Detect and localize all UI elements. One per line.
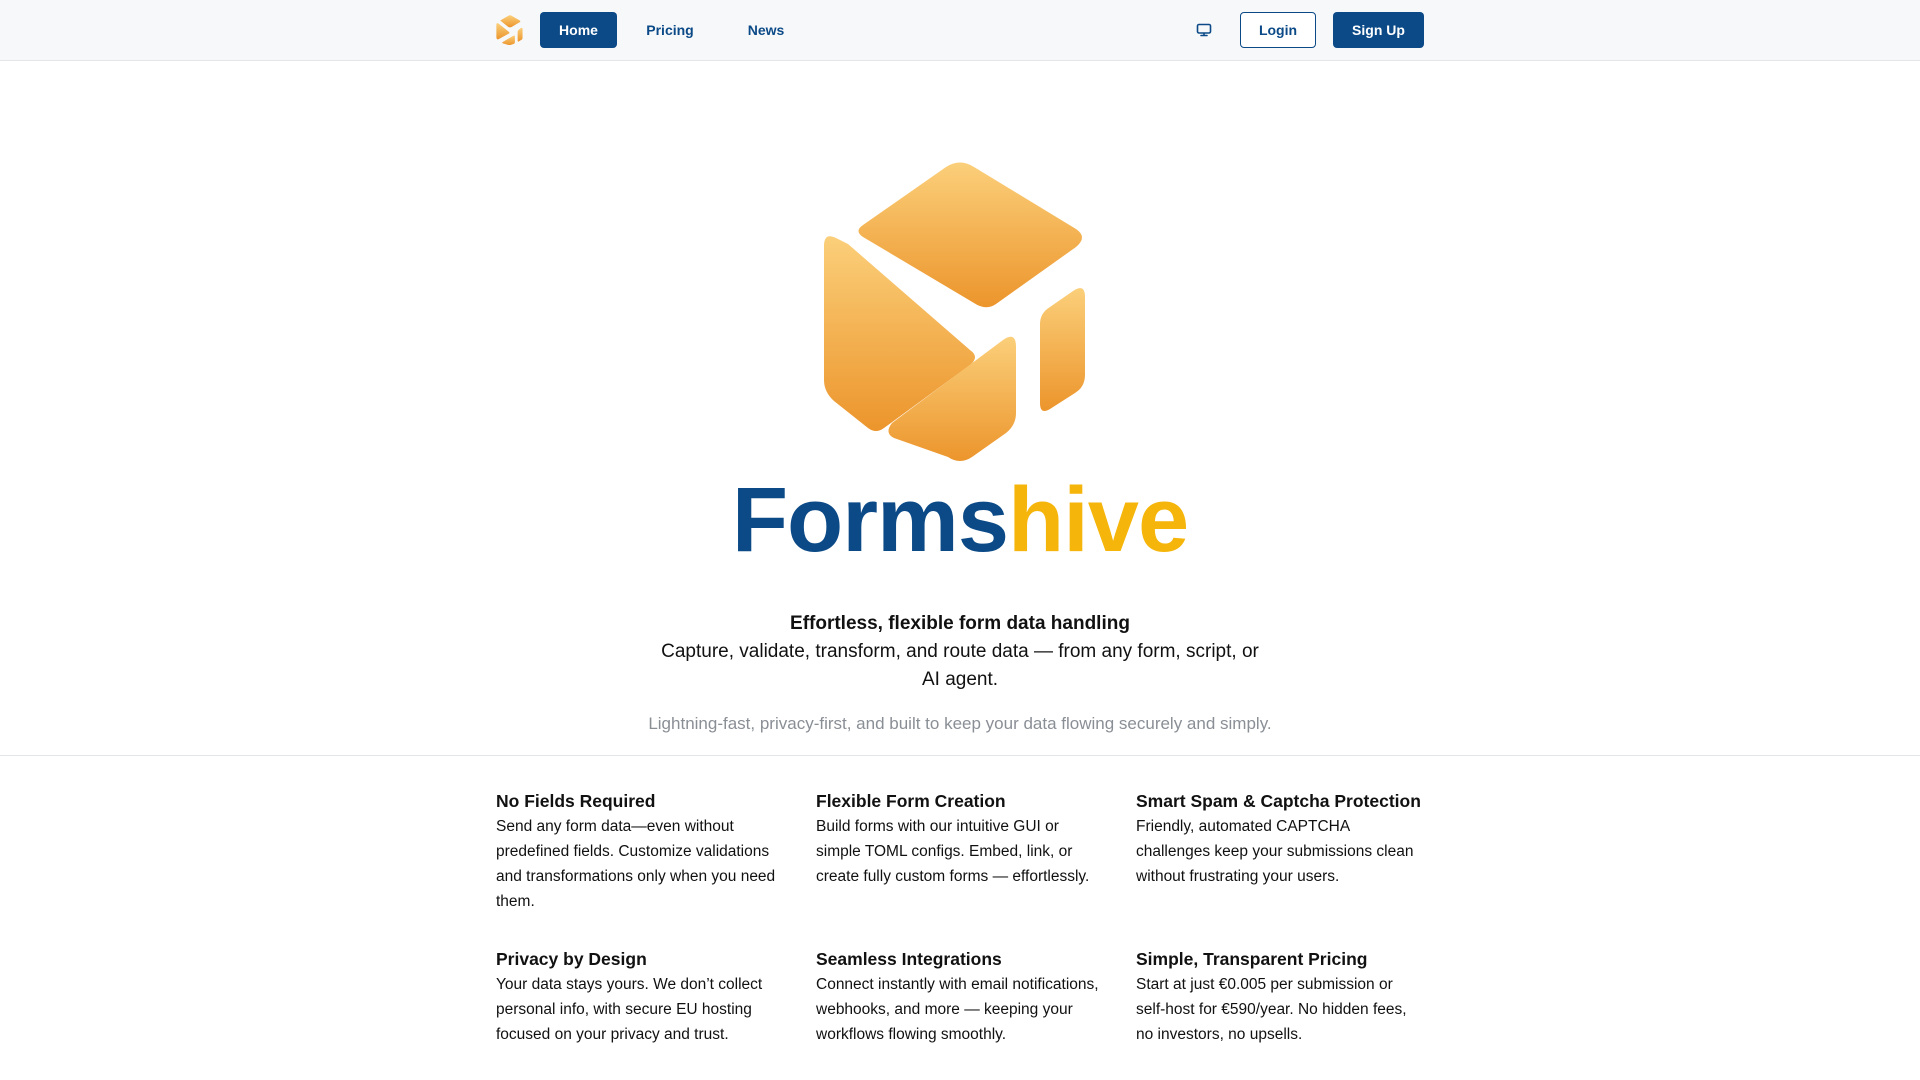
feature-text: Build forms with our intuitive GUI or si… (816, 818, 1090, 885)
hive-cube-icon[interactable] (495, 15, 525, 46)
section-divider (0, 755, 1920, 756)
feature-pricing: Simple, Transparent Pricing Start at jus… (1136, 946, 1426, 1047)
brand-wordmark: Formshive (0, 465, 1920, 575)
feature-form-creation: Flexible Form Creation Build forms with … (816, 788, 1106, 889)
feature-integrations: Seamless Integrations Connect instantly … (816, 946, 1106, 1047)
feature-text: Your data stays yours. We don’t collect … (496, 976, 763, 1043)
feature-title: Smart Spam & Captcha Protection (1136, 791, 1421, 811)
feature-spam-protection: Smart Spam & Captcha Protection Friendly… (1136, 788, 1426, 889)
feature-title: Simple, Transparent Pricing (1136, 949, 1368, 969)
brand-wordmark-hive: hive (1008, 469, 1189, 571)
brand-wordmark-forms: Forms (731, 469, 1009, 571)
hero-tagline-body: Capture, validate, transform, and route … (661, 641, 1259, 690)
top-navbar: Home Pricing News Login Sign Up (0, 0, 1920, 61)
feature-title: Flexible Form Creation (816, 791, 1006, 811)
feature-title: Seamless Integrations (816, 949, 1002, 969)
feature-title: Privacy by Design (496, 949, 647, 969)
feature-no-fields: No Fields Required Send any form data—ev… (496, 788, 786, 914)
signup-button[interactable]: Sign Up (1333, 12, 1424, 48)
hive-cube-icon (820, 155, 1100, 465)
feature-text: Start at just €0.005 per submission or s… (1136, 976, 1407, 1043)
hero-tagline-title: Effortless, flexible form data handling (790, 613, 1130, 634)
navbar-content: Home Pricing News Login Sign Up (495, 0, 1425, 60)
login-button[interactable]: Login (1240, 12, 1316, 48)
feature-text: Connect instantly with email notificatio… (816, 976, 1099, 1043)
nav-home-link[interactable]: Home (540, 12, 617, 48)
nav-news-link[interactable]: News (731, 12, 801, 48)
feature-text: Send any form data—even without predefin… (496, 818, 776, 910)
feature-privacy: Privacy by Design Your data stays yours.… (496, 946, 786, 1047)
nav-pricing-link[interactable]: Pricing (635, 12, 705, 48)
feature-text: Friendly, automated CAPTCHA challenges k… (1136, 818, 1414, 885)
feature-title: No Fields Required (496, 791, 656, 811)
monitor-icon (1196, 23, 1212, 37)
theme-toggle-button[interactable] (1192, 18, 1216, 42)
hero-tagline-muted: Lightning-fast, privacy-first, and built… (648, 714, 1272, 733)
